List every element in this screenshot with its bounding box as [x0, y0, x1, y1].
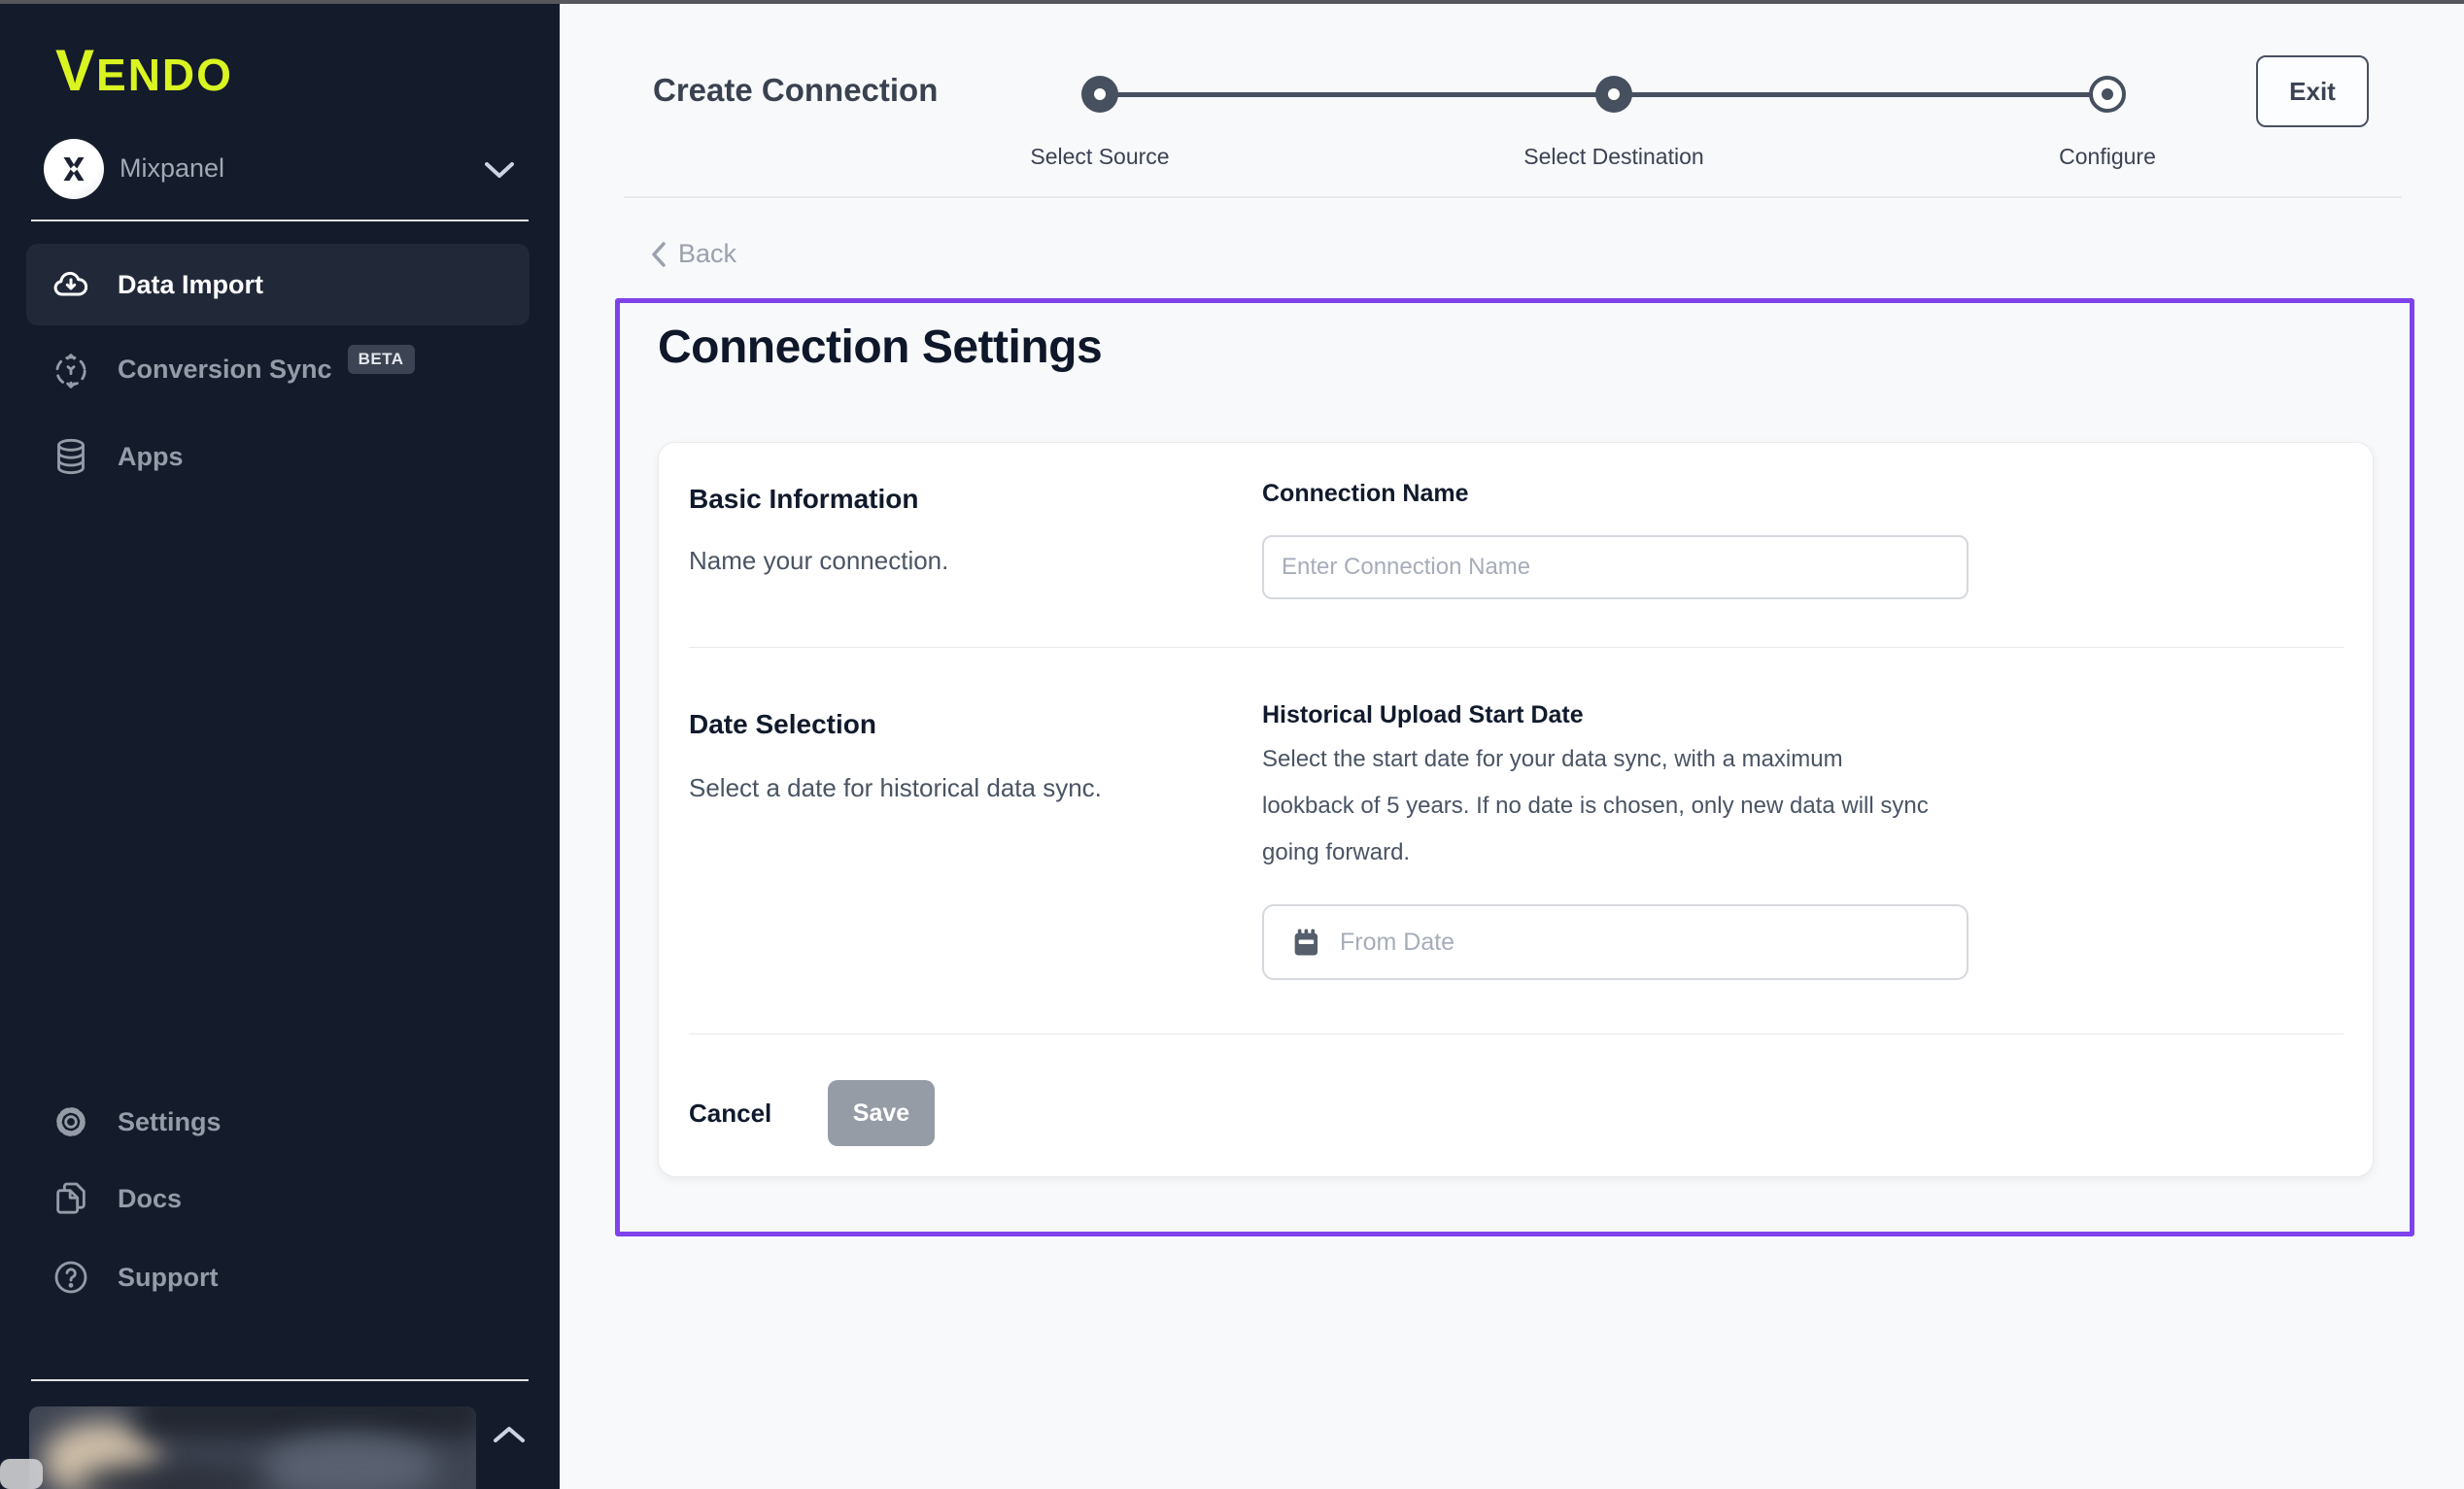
sidebar-item-label: Apps — [118, 442, 184, 472]
section-subtitle-basic-information: Name your connection. — [689, 546, 948, 576]
sidebar-divider-bottom — [31, 1379, 529, 1381]
from-date-input[interactable] — [1340, 929, 1923, 957]
sidebar-item-apps[interactable]: Apps — [26, 416, 530, 497]
connection-settings-panel: Connection Settings Basic Information Na… — [615, 298, 2414, 1236]
connection-name-input[interactable] — [1262, 535, 1968, 599]
sidebar-item-conversion-sync[interactable]: Conversion SyncBETA — [26, 330, 530, 412]
settings-card: Basic Information Name your connection. … — [658, 442, 2374, 1177]
vendo-logo: VENDO — [55, 37, 233, 104]
sidebar-item-docs[interactable]: Docs — [26, 1158, 530, 1239]
workspace-switcher[interactable]: Mixpanel — [42, 137, 528, 203]
back-link[interactable]: Back — [651, 239, 736, 269]
step-label-select-source: Select Source — [1030, 144, 1169, 170]
window-corner-chip — [0, 1459, 43, 1489]
sidebar-item-label: Docs — [118, 1184, 182, 1214]
sidebar-item-label: Settings — [118, 1107, 222, 1137]
arrows-out-icon — [51, 352, 90, 390]
help-circle-icon — [51, 1258, 90, 1297]
documents-icon — [51, 1179, 90, 1218]
historical-upload-description: Select the start date for your data sync… — [1262, 736, 1933, 876]
card-divider — [689, 1033, 2344, 1034]
section-subtitle-date-selection: Select a date for historical data sync. — [689, 773, 1102, 803]
save-button[interactable]: Save — [828, 1080, 935, 1146]
section-title-date-selection: Date Selection — [689, 709, 876, 740]
sidebar: VENDO Mixpanel Data Import — [0, 0, 560, 1489]
sidebar-item-label: Conversion SyncBETA — [118, 355, 415, 388]
sidebar-item-settings[interactable]: Settings — [26, 1081, 530, 1163]
cloud-download-icon — [51, 265, 90, 304]
step-label-configure: Configure — [2059, 144, 2156, 170]
section-title-basic-information: Basic Information — [689, 484, 918, 515]
workspace-name: Mixpanel — [120, 153, 224, 184]
gear-icon — [51, 1102, 90, 1141]
step-dot-select-source — [1081, 76, 1118, 113]
step-dot-configure — [2089, 76, 2126, 113]
card-divider — [689, 647, 2344, 648]
historical-upload-label: Historical Upload Start Date — [1262, 701, 1584, 729]
window-top-strip — [0, 0, 2464, 4]
cancel-button[interactable]: Cancel — [689, 1080, 771, 1146]
page-title: Create Connection — [653, 72, 938, 109]
chevron-up-icon[interactable] — [492, 1424, 527, 1445]
database-icon — [51, 437, 90, 476]
step-label-select-destination: Select Destination — [1523, 144, 1703, 170]
beta-badge: BETA — [348, 345, 415, 374]
header-divider — [624, 196, 2402, 198]
sidebar-item-label: Support — [118, 1263, 218, 1293]
mixpanel-logo-icon — [44, 139, 104, 199]
calendar-icon — [1289, 926, 1322, 959]
panel-title: Connection Settings — [658, 321, 1102, 374]
sidebar-divider-top — [31, 220, 529, 221]
user-profile-blurred[interactable] — [29, 1406, 476, 1489]
sidebar-item-support[interactable]: Support — [26, 1236, 530, 1318]
back-label: Back — [678, 239, 736, 269]
chevron-down-icon — [483, 160, 516, 180]
exit-button[interactable]: Exit — [2256, 55, 2369, 127]
connection-name-label: Connection Name — [1262, 480, 1469, 508]
chevron-left-icon — [651, 241, 667, 268]
from-date-field[interactable] — [1262, 904, 1968, 980]
step-dot-select-destination — [1595, 76, 1632, 113]
sidebar-item-data-import[interactable]: Data Import — [26, 244, 530, 325]
sidebar-item-label: Data Import — [118, 270, 263, 300]
